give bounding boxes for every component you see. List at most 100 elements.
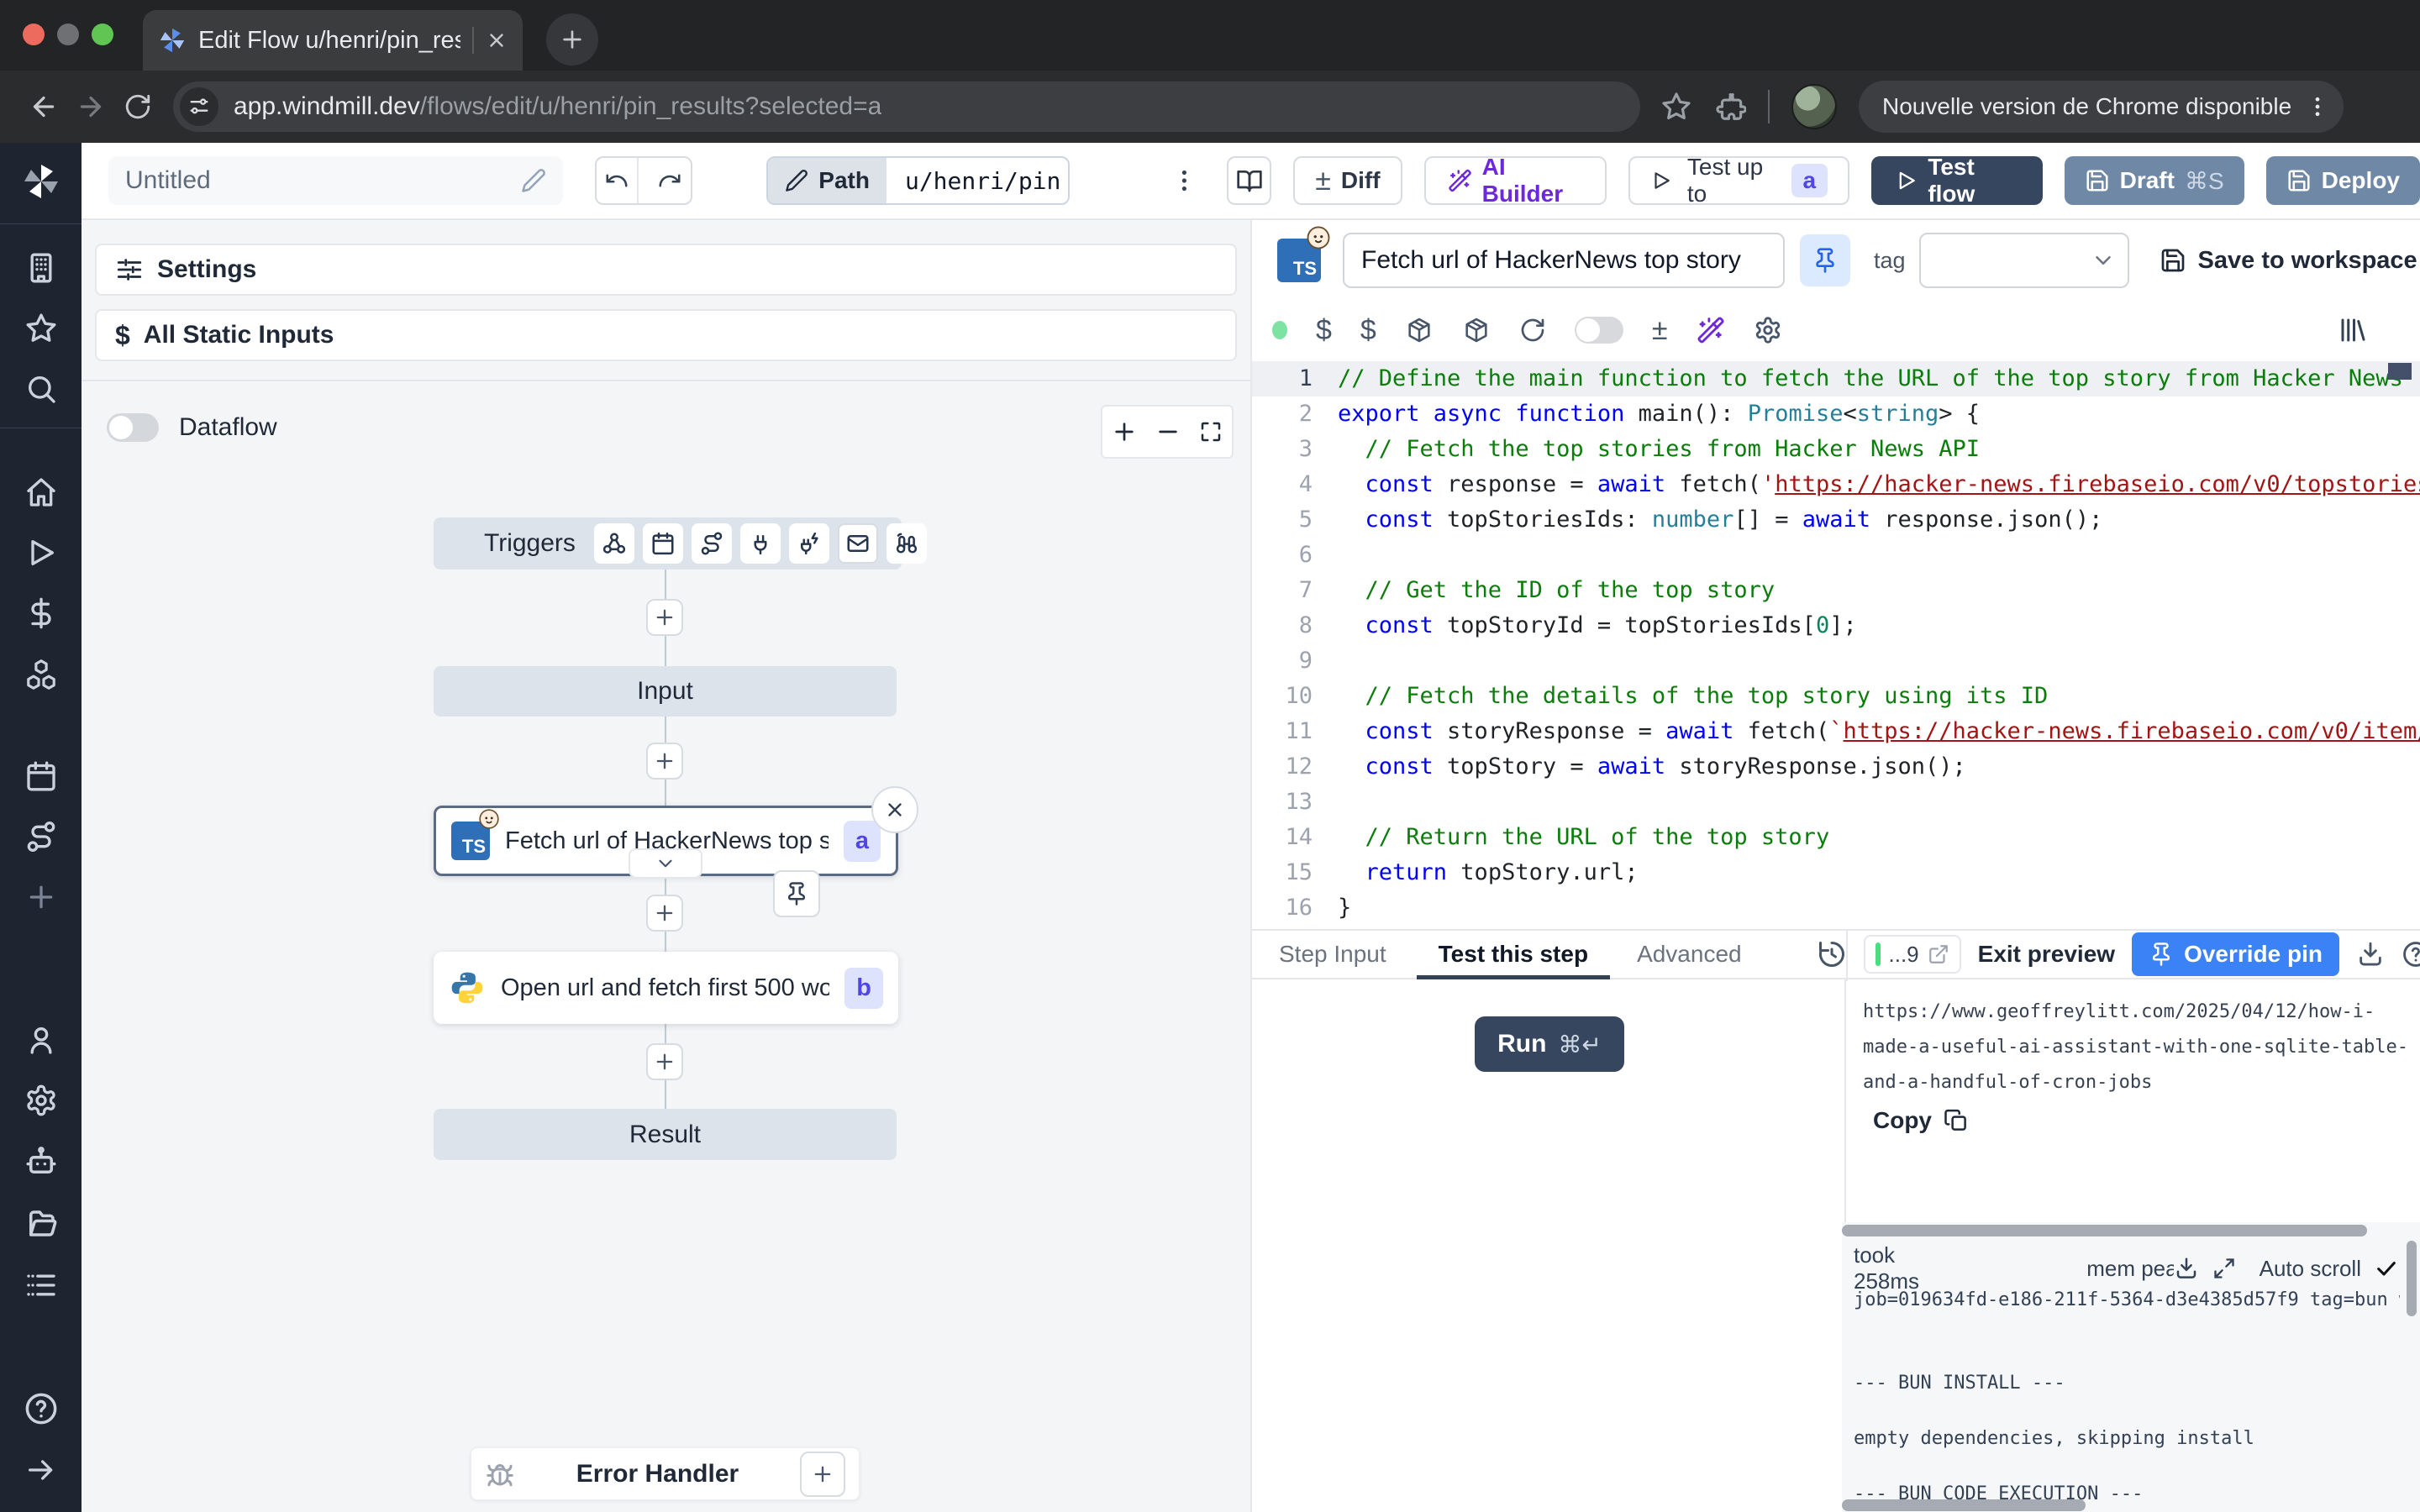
save-to-workspace-button[interactable]: Save to workspace xyxy=(2160,247,2417,275)
job-history-chip[interactable]: ...9 xyxy=(1864,935,1961,974)
static-inputs-button[interactable]: $ All Static Inputs xyxy=(95,309,1237,361)
back-button[interactable] xyxy=(20,83,67,130)
routes-icon[interactable] xyxy=(24,820,58,853)
tab-advanced[interactable]: Advanced xyxy=(1637,941,1742,968)
run-button[interactable]: Run ⌘↵ xyxy=(1475,1016,1624,1072)
variables-icon[interactable] xyxy=(24,596,58,630)
users-icon[interactable] xyxy=(24,1023,58,1057)
chrome-update-chip[interactable]: Nouvelle version de Chrome disponible xyxy=(1859,81,2344,133)
check-icon[interactable] xyxy=(2375,1257,2398,1280)
bookmark-star-icon[interactable] xyxy=(1660,91,1692,123)
package-lock-icon[interactable] xyxy=(1462,316,1491,344)
workspace-icon[interactable] xyxy=(24,251,58,285)
more-options-icon[interactable] xyxy=(1171,166,1198,195)
zoom-in-icon[interactable] xyxy=(1111,418,1138,445)
vim-mode-toggle[interactable] xyxy=(1575,317,1623,344)
history-icon[interactable] xyxy=(1817,939,1847,969)
dataflow-toggle[interactable] xyxy=(107,413,159,442)
download-result-icon[interactable] xyxy=(2356,940,2385,969)
ai-builder-button[interactable]: AI Builder xyxy=(1424,156,1607,205)
redo-button[interactable] xyxy=(649,158,691,203)
triggers-node[interactable]: Triggers xyxy=(434,517,902,570)
package-icon[interactable] xyxy=(1405,316,1434,344)
browser-menu-icon[interactable] xyxy=(2305,94,2330,119)
result-node[interactable]: Result xyxy=(434,1109,897,1160)
flow-settings-button[interactable]: Settings xyxy=(95,244,1237,296)
search-icon[interactable] xyxy=(24,372,58,406)
http-route-trigger-button[interactable] xyxy=(692,523,732,564)
info-circle-icon[interactable] xyxy=(2402,940,2420,969)
flow-title-input[interactable]: Untitled xyxy=(108,156,563,205)
window-minimize-button[interactable] xyxy=(57,24,79,45)
poll-trigger-button[interactable] xyxy=(886,523,927,564)
variables-icon[interactable]: $ xyxy=(1360,314,1376,347)
step-b-node[interactable]: Open url and fetch first 500 words of ..… xyxy=(434,952,898,1024)
result-url[interactable]: https://www.geoffreylitt.com/2025/04/12/… xyxy=(1863,995,2420,1100)
code-editor[interactable]: 1// Define the main function to fetch th… xyxy=(1252,361,2420,929)
path-button[interactable]: Path xyxy=(768,158,886,203)
draft-button[interactable]: Draft ⌘S xyxy=(2065,156,2244,205)
add-icon[interactable] xyxy=(24,880,58,914)
settings-gear-icon[interactable] xyxy=(24,1084,58,1117)
insert-step-button[interactable] xyxy=(646,743,683,780)
email-trigger-button[interactable] xyxy=(838,523,878,564)
editor-minimap[interactable] xyxy=(2388,363,2412,380)
test-up-to-button[interactable]: Test up to a xyxy=(1628,156,1849,205)
reload-button[interactable] xyxy=(114,83,161,130)
tab-test-this-step[interactable]: Test this step xyxy=(1417,931,1610,978)
extensions-icon[interactable] xyxy=(1714,91,1746,123)
fit-view-icon[interactable] xyxy=(1198,419,1223,444)
ai-assist-wand-icon[interactable] xyxy=(1697,316,1725,344)
resources-icon[interactable] xyxy=(24,657,59,692)
error-handler-node[interactable]: Error Handler xyxy=(471,1447,860,1500)
workers-bot-icon[interactable] xyxy=(24,1144,59,1179)
help-icon[interactable] xyxy=(24,1391,59,1426)
insert-step-button[interactable] xyxy=(646,895,683,932)
folders-icon[interactable] xyxy=(24,1206,59,1242)
copy-button[interactable]: Copy xyxy=(1873,1107,1969,1134)
add-error-handler-button[interactable] xyxy=(800,1452,845,1497)
input-node[interactable]: Input xyxy=(434,666,897,717)
home-icon[interactable] xyxy=(24,475,58,509)
tab-close-icon[interactable] xyxy=(486,29,508,51)
test-up-to-step-badge[interactable]: a xyxy=(1791,164,1828,197)
override-pin-button[interactable]: Override pin xyxy=(2132,932,2339,976)
windmill-logo[interactable] xyxy=(21,161,61,202)
tab-step-input[interactable]: Step Input xyxy=(1279,941,1386,968)
pin-toggle-button[interactable] xyxy=(1800,234,1850,286)
step-title-input[interactable]: Fetch url of HackerNews top story xyxy=(1343,233,1785,288)
webhook-trigger-button[interactable] xyxy=(594,523,634,564)
horizontal-scrollbar[interactable] xyxy=(1842,1225,2367,1236)
editor-settings-gear-icon[interactable] xyxy=(1754,316,1782,344)
undo-button[interactable] xyxy=(597,158,639,203)
collapse-step-button[interactable] xyxy=(629,848,702,879)
download-logs-icon[interactable] xyxy=(2174,1256,2199,1281)
schedules-icon[interactable] xyxy=(24,759,58,793)
profile-avatar[interactable] xyxy=(1791,84,1837,129)
reset-icon[interactable] xyxy=(1519,317,1546,344)
horizontal-scrollbar[interactable] xyxy=(1842,1499,2086,1511)
address-bar[interactable]: app.windmill.dev/flows/edit/u/henri/pin_… xyxy=(173,81,1640,132)
assets-icon[interactable]: $ xyxy=(1316,314,1332,347)
pinned-step-badge[interactable] xyxy=(773,870,820,917)
docs-button[interactable] xyxy=(1227,156,1271,205)
audit-logs-icon[interactable] xyxy=(24,1268,58,1302)
site-settings-icon[interactable] xyxy=(180,87,218,126)
schedule-trigger-button[interactable] xyxy=(643,523,683,564)
new-tab-button[interactable] xyxy=(546,13,598,66)
diff-button[interactable]: ± Diff xyxy=(1293,156,1402,205)
window-close-button[interactable] xyxy=(23,24,45,45)
kafka-trigger-button[interactable] xyxy=(789,523,829,564)
zoom-out-icon[interactable] xyxy=(1155,418,1181,445)
runs-icon[interactable] xyxy=(24,536,58,570)
expand-logs-icon[interactable] xyxy=(2212,1257,2236,1280)
favorites-star-icon[interactable] xyxy=(24,312,58,345)
websocket-trigger-button[interactable] xyxy=(740,523,781,564)
deploy-button[interactable]: Deploy xyxy=(2266,156,2420,205)
browser-tab[interactable]: Edit Flow u/henri/pin_results xyxy=(143,10,523,71)
external-link-icon[interactable] xyxy=(1928,943,1949,965)
log-lines[interactable]: job=019634fd-e186-211f-5364-d3e4385d57f9… xyxy=(1854,1286,2400,1508)
exit-preview-button[interactable]: Exit preview xyxy=(1978,941,2115,968)
forward-button[interactable] xyxy=(67,83,114,130)
library-icon[interactable] xyxy=(2338,315,2368,345)
